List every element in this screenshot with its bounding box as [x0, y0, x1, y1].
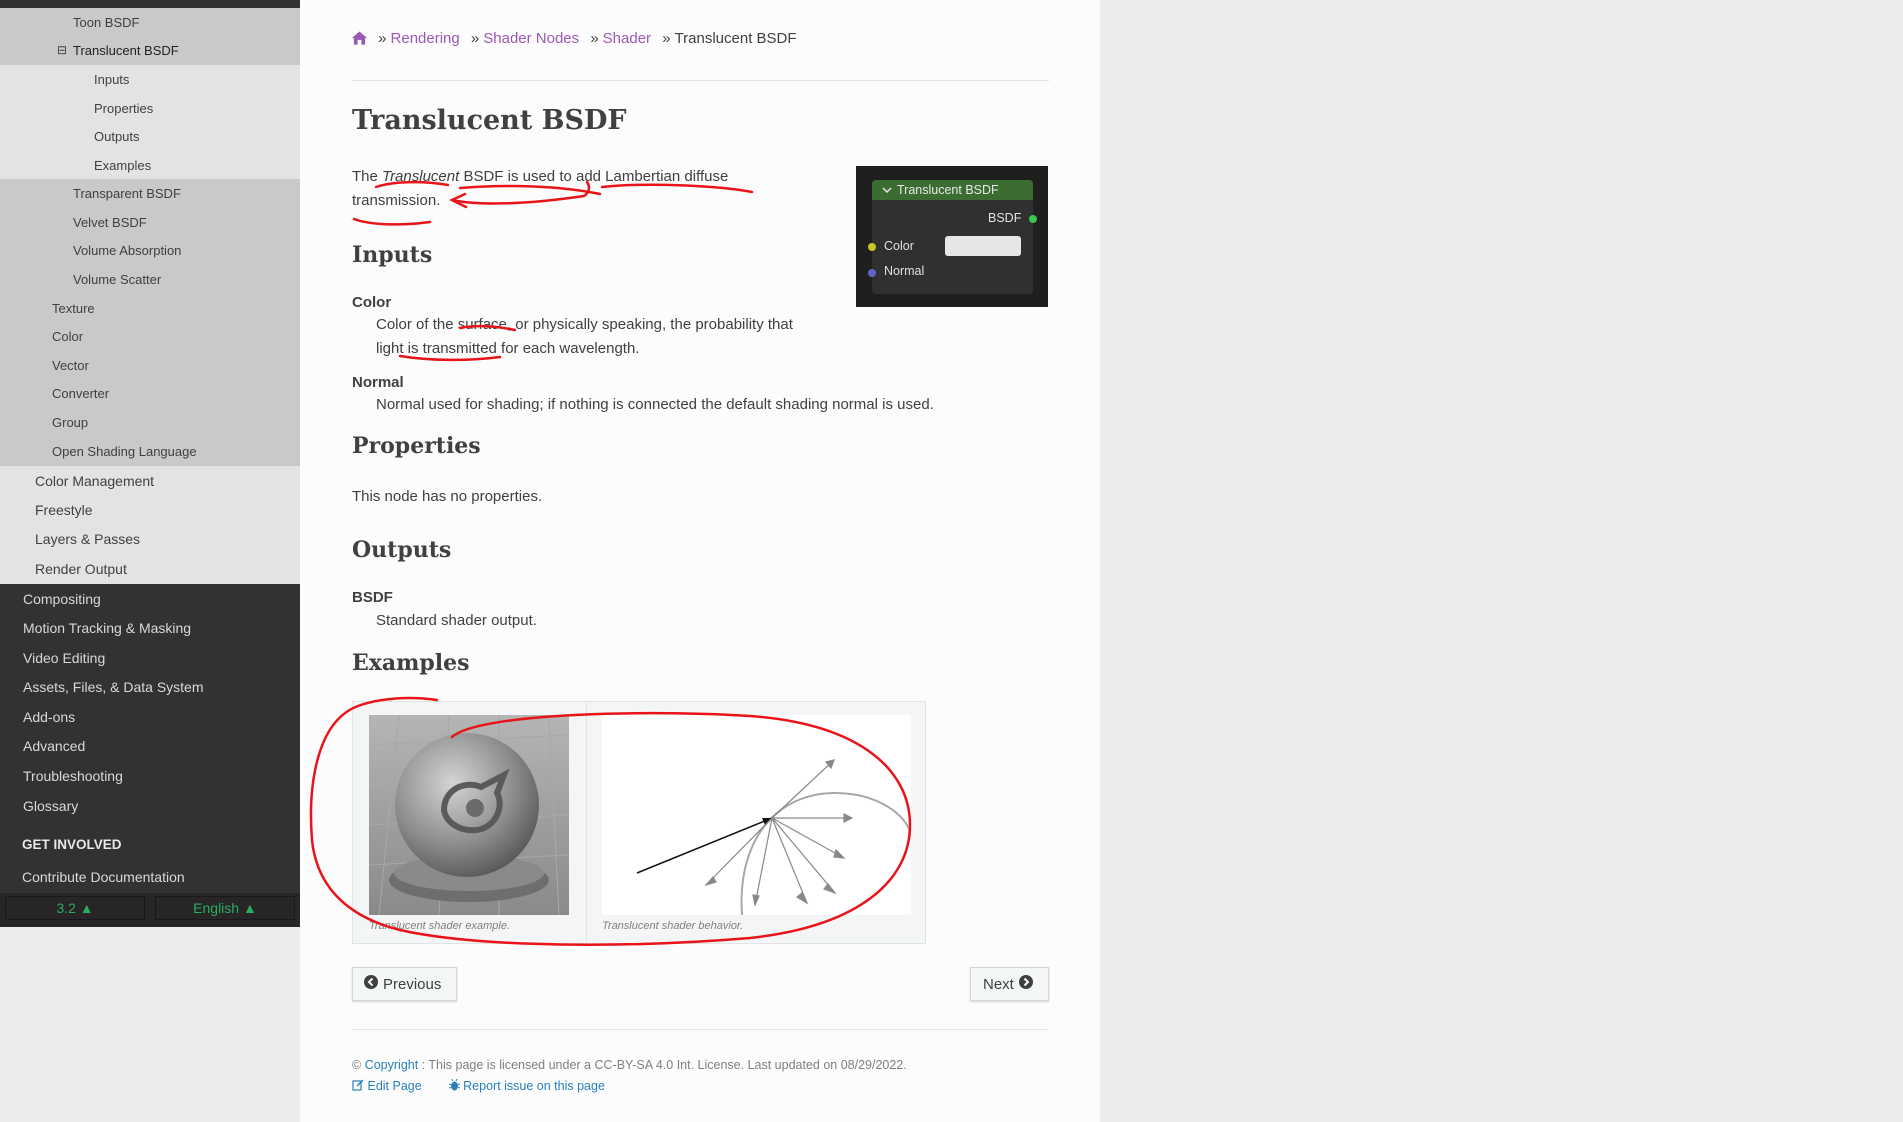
sidebar-item-glossary[interactable]: Glossary	[0, 791, 300, 821]
sidebar-item-video-editing[interactable]: Video Editing	[0, 643, 300, 673]
edit-icon	[352, 1079, 364, 1094]
report-issue-link[interactable]: Report issue on this page	[463, 1079, 605, 1093]
annotation-overlay	[309, 180, 912, 946]
sidebar-item-advanced[interactable]: Advanced	[0, 731, 300, 761]
sidebar-item-velvet-bsdf[interactable]: Velvet BSDF	[0, 208, 300, 237]
sidebar-item-osl[interactable]: Open Shading Language	[0, 436, 300, 466]
divider	[352, 1029, 1049, 1030]
sidebar-item-label: Color Management	[35, 472, 155, 489]
sidebar-item-volume-absorption[interactable]: Volume Absorption	[0, 236, 300, 265]
sidebar-item-converter[interactable]: Converter	[0, 379, 300, 408]
sidebar-item-label: Properties	[94, 100, 154, 116]
sidebar-item-label: Examples	[94, 157, 152, 173]
copyright-symbol: ©	[352, 1058, 362, 1072]
version-language-bar: 3.2 ▲ English ▲	[0, 893, 300, 927]
sidebar-item-add-ons[interactable]: Add-ons	[0, 702, 300, 732]
sidebar-item-label: Assets, Files, & Data System	[23, 678, 204, 695]
sidebar-item-motion-tracking[interactable]: Motion Tracking & Masking	[0, 613, 300, 643]
sidebar-item-label: Inputs	[94, 71, 130, 87]
sidebar-item-texture[interactable]: Texture	[0, 294, 300, 323]
sidebar-item-assets[interactable]: Assets, Files, & Data System	[0, 672, 300, 702]
sidebar-item-translucent-bsdf[interactable]: ⊟ Translucent BSDF	[0, 36, 300, 65]
sidebar-item-examples[interactable]: Examples	[0, 151, 300, 180]
sidebar-item-vector[interactable]: Vector	[0, 351, 300, 380]
sidebar-item-label: Toon BSDF	[73, 14, 140, 30]
sidebar-item-label: Render Output	[35, 561, 127, 577]
page-background	[1100, 0, 1903, 1122]
sidebar-item-label: Motion Tracking & Masking	[23, 619, 192, 636]
sidebar-item-label: Glossary	[23, 797, 79, 814]
edit-page-link[interactable]: Edit Page	[367, 1079, 421, 1093]
sidebar-item-label: Troubleshooting	[23, 767, 123, 784]
sidebar-item-inputs[interactable]: Inputs	[0, 65, 300, 94]
sidebar-nav: Toon BSDF ⊟ Translucent BSDF Inputs Prop…	[0, 0, 300, 927]
sidebar-item-label: Color	[52, 328, 84, 344]
sidebar-item-transparent-bsdf[interactable]: Transparent BSDF	[0, 179, 300, 208]
collapse-icon[interactable]: ⊟	[0, 43, 73, 57]
sidebar-item-label: Texture	[52, 300, 95, 316]
sidebar-item-label: Advanced	[23, 737, 86, 754]
get-involved-heading: GET INVOLVED	[22, 837, 122, 852]
sidebar-item-label: Volume Scatter	[73, 271, 162, 287]
sidebar-item-toon-bsdf[interactable]: Toon BSDF	[0, 8, 300, 37]
sidebar-item-group[interactable]: Group	[0, 408, 300, 437]
main-content: » Rendering » Shader Nodes » Shader » Transl…	[300, 0, 1100, 1122]
sidebar-item-label: Outputs	[94, 128, 140, 144]
copyright-link[interactable]: Copyright	[365, 1058, 419, 1072]
version-selector[interactable]: 3.2 ▲	[5, 896, 145, 920]
sidebar-item-freestyle[interactable]: Freestyle	[0, 495, 300, 525]
license-text: : This page is licensed under a CC-BY-SA…	[421, 1058, 907, 1072]
sidebar-item-label: Video Editing	[23, 649, 106, 666]
sidebar-item-label: Add-ons	[23, 708, 76, 725]
sidebar-item-label: Freestyle	[35, 501, 93, 518]
sidebar-item-color-management[interactable]: Color Management	[0, 466, 300, 496]
sidebar-item-label: Vector	[52, 357, 89, 373]
sidebar-item-label: Transparent BSDF	[73, 185, 181, 201]
language-selector[interactable]: English ▲	[155, 896, 295, 920]
sidebar-item-outputs[interactable]: Outputs	[0, 122, 300, 151]
sidebar-item-troubleshooting[interactable]: Troubleshooting	[0, 761, 300, 791]
sidebar-item-label: Group	[52, 414, 89, 430]
sidebar-item-layers-passes[interactable]: Layers & Passes	[0, 524, 300, 554]
sidebar-item-color[interactable]: Color	[0, 322, 300, 351]
sidebar-item-label: Translucent BSDF	[73, 42, 179, 58]
sidebar-item-label: Layers & Passes	[35, 530, 141, 547]
sidebar-item-render-output[interactable]: Render Output	[0, 554, 300, 584]
sidebar-item-label: Velvet BSDF	[73, 214, 147, 230]
bug-icon	[448, 1078, 460, 1094]
sidebar-item-label: Compositing	[23, 590, 101, 607]
sidebar-item-volume-scatter[interactable]: Volume Scatter	[0, 265, 300, 294]
footer-license: © Copyright : This page is licensed unde…	[352, 1058, 907, 1072]
footer-links: Edit Page Report issue on this page	[352, 1078, 605, 1094]
contribute-documentation-link[interactable]: Contribute Documentation	[22, 869, 185, 885]
sidebar-item-label: Open Shading Language	[52, 443, 197, 459]
sidebar-item-label: Converter	[52, 385, 110, 401]
sidebar-item-label: Volume Absorption	[73, 242, 182, 258]
sidebar-item-properties[interactable]: Properties	[0, 94, 300, 123]
sidebar-item-compositing[interactable]: Compositing	[0, 584, 300, 614]
